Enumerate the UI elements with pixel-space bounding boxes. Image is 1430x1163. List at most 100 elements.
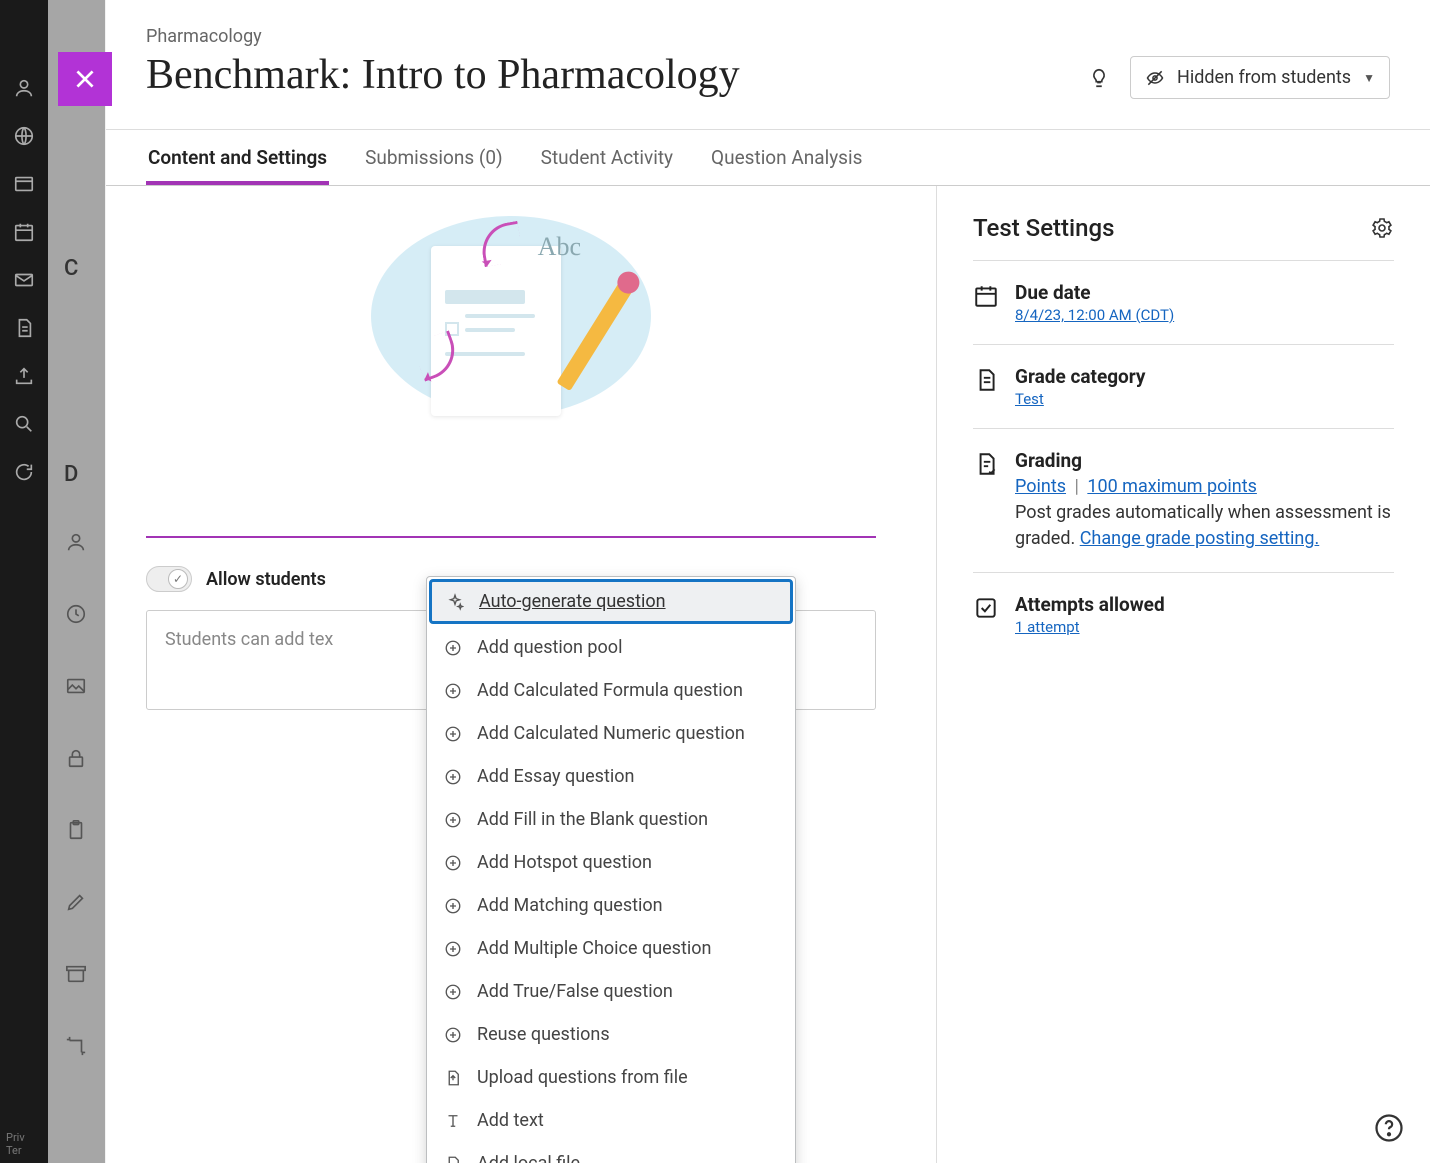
app-left-rail: Priv Ter bbox=[0, 0, 48, 1163]
content-divider bbox=[146, 536, 876, 538]
panel-header: Pharmacology Benchmark: Intro to Pharmac… bbox=[106, 0, 1430, 130]
rail-calendar-icon[interactable] bbox=[12, 220, 36, 244]
menu-add-multiple-choice[interactable]: Add Multiple Choice question bbox=[427, 927, 795, 970]
menu-add-calculated-numeric[interactable]: Add Calculated Numeric question bbox=[427, 712, 795, 755]
hint-bulb-icon[interactable] bbox=[1088, 67, 1110, 89]
settings-title: Test Settings bbox=[973, 214, 1114, 242]
grade-category-label: Grade category bbox=[1015, 365, 1394, 388]
tab-submissions[interactable]: Submissions (0) bbox=[363, 146, 505, 185]
menu-item-label: Add Essay question bbox=[477, 766, 634, 787]
pipe-separator: | bbox=[1070, 476, 1083, 497]
behind-letter-d: D bbox=[64, 462, 78, 487]
student-text-placeholder: Students can add tex bbox=[165, 629, 333, 650]
menu-add-hotspot[interactable]: Add Hotspot question bbox=[427, 841, 795, 884]
tab-student-activity[interactable]: Student Activity bbox=[539, 146, 675, 185]
menu-add-calculated-formula[interactable]: Add Calculated Formula question bbox=[427, 669, 795, 712]
sparkle-icon bbox=[445, 592, 465, 612]
menu-item-label: Add local file bbox=[477, 1153, 580, 1163]
menu-item-label: Add text bbox=[477, 1110, 544, 1131]
menu-upload-questions-file[interactable]: Upload questions from file bbox=[427, 1056, 795, 1099]
setting-grade-category: Grade category Test bbox=[973, 345, 1394, 429]
allow-conversation-toggle[interactable]: ✓ bbox=[146, 566, 192, 592]
setting-attempts: Attempts allowed 1 attempt bbox=[973, 573, 1394, 656]
empty-state-illustration: Abc bbox=[371, 216, 651, 416]
due-date-label: Due date bbox=[1015, 281, 1394, 304]
plus-circle-icon bbox=[443, 810, 463, 830]
rail-refresh-icon[interactable] bbox=[12, 460, 36, 484]
menu-item-label: Add Calculated Numeric question bbox=[477, 723, 745, 744]
plus-circle-icon bbox=[443, 939, 463, 959]
menu-item-label: Add Multiple Choice question bbox=[477, 938, 711, 959]
add-content-menu: Auto-generate question Add question pool… bbox=[426, 576, 796, 1163]
plus-circle-icon bbox=[443, 982, 463, 1002]
menu-auto-generate-question[interactable]: Auto-generate question bbox=[429, 579, 793, 624]
plus-circle-icon bbox=[443, 681, 463, 701]
plus-circle-icon bbox=[443, 767, 463, 787]
close-panel-button[interactable] bbox=[58, 52, 112, 106]
menu-item-label: Add Hotspot question bbox=[477, 852, 652, 873]
document-icon bbox=[973, 367, 999, 393]
plus-circle-icon bbox=[443, 724, 463, 744]
file-upload-icon bbox=[443, 1068, 463, 1088]
plus-circle-icon bbox=[443, 638, 463, 658]
behind-pencil-icon bbox=[64, 890, 88, 914]
menu-add-text[interactable]: Add text bbox=[427, 1099, 795, 1142]
menu-add-local-file[interactable]: Add local file bbox=[427, 1142, 795, 1163]
settings-gear-icon[interactable] bbox=[1370, 216, 1394, 240]
rail-search-icon[interactable] bbox=[12, 412, 36, 436]
behind-clock-icon bbox=[64, 602, 88, 626]
menu-item-label: Add Fill in the Blank question bbox=[477, 809, 708, 830]
text-icon bbox=[443, 1111, 463, 1131]
visibility-dropdown[interactable]: Hidden from students ▼ bbox=[1130, 56, 1390, 99]
attempts-icon bbox=[973, 595, 999, 621]
page-title: Benchmark: Intro to Pharmacology bbox=[146, 51, 1088, 99]
background-dim: C D bbox=[48, 0, 105, 1163]
behind-profile-icon bbox=[64, 530, 88, 554]
menu-add-matching[interactable]: Add Matching question bbox=[427, 884, 795, 927]
tab-question-analysis[interactable]: Question Analysis bbox=[709, 146, 864, 185]
behind-crop-icon bbox=[64, 1034, 88, 1058]
attempts-link[interactable]: 1 attempt bbox=[1015, 618, 1080, 636]
menu-item-label: Add True/False question bbox=[477, 981, 673, 1002]
tab-content-settings[interactable]: Content and Settings bbox=[146, 146, 329, 185]
setting-grading: Grading Points | 100 maximum points Post… bbox=[973, 429, 1394, 573]
setting-due-date: Due date 8/4/23, 12:00 AM (CDT) bbox=[973, 261, 1394, 345]
allow-conversation-label: Allow students bbox=[206, 569, 326, 590]
illustration-abc-label: Abc bbox=[538, 232, 581, 262]
tabs-row: Content and Settings Submissions (0) Stu… bbox=[106, 130, 1430, 186]
rail-globe-icon[interactable] bbox=[12, 124, 36, 148]
plus-circle-icon bbox=[443, 1025, 463, 1045]
behind-archive-icon bbox=[64, 962, 88, 986]
file-local-icon bbox=[443, 1154, 463, 1163]
change-grade-posting-link[interactable]: Change grade posting setting. bbox=[1080, 528, 1320, 549]
behind-lock-icon bbox=[64, 746, 88, 770]
calendar-icon bbox=[973, 283, 999, 309]
attempts-label: Attempts allowed bbox=[1015, 593, 1394, 616]
menu-item-label: Auto-generate question bbox=[479, 591, 666, 612]
grading-max-points-link[interactable]: 100 maximum points bbox=[1087, 476, 1257, 497]
rail-profile-icon[interactable] bbox=[12, 76, 36, 100]
rail-upload-icon[interactable] bbox=[12, 364, 36, 388]
rail-doc-icon[interactable] bbox=[12, 316, 36, 340]
behind-letter-c: C bbox=[64, 256, 78, 281]
menu-add-question-pool[interactable]: Add question pool bbox=[427, 626, 795, 669]
help-button[interactable] bbox=[1372, 1111, 1406, 1145]
grading-points-link[interactable]: Points bbox=[1015, 476, 1066, 497]
menu-item-label: Add Matching question bbox=[477, 895, 663, 916]
breadcrumb[interactable]: Pharmacology bbox=[146, 26, 1088, 47]
test-settings-panel: Test Settings Due date 8/4/23, 12:00 AM … bbox=[936, 186, 1430, 1163]
visibility-eye-off-icon bbox=[1145, 68, 1165, 88]
menu-add-true-false[interactable]: Add True/False question bbox=[427, 970, 795, 1013]
menu-add-essay[interactable]: Add Essay question bbox=[427, 755, 795, 798]
rail-mail-icon[interactable] bbox=[12, 268, 36, 292]
menu-reuse-questions[interactable]: Reuse questions bbox=[427, 1013, 795, 1056]
caret-down-icon: ▼ bbox=[1363, 71, 1375, 85]
rail-courses-icon[interactable] bbox=[12, 172, 36, 196]
due-date-link[interactable]: 8/4/23, 12:00 AM (CDT) bbox=[1015, 306, 1174, 324]
content-area: Abc ✓ bbox=[106, 186, 936, 1163]
visibility-label: Hidden from students bbox=[1177, 67, 1351, 88]
menu-item-label: Reuse questions bbox=[477, 1024, 610, 1045]
grading-icon bbox=[973, 451, 999, 477]
menu-add-fill-blank[interactable]: Add Fill in the Blank question bbox=[427, 798, 795, 841]
grade-category-link[interactable]: Test bbox=[1015, 390, 1044, 408]
